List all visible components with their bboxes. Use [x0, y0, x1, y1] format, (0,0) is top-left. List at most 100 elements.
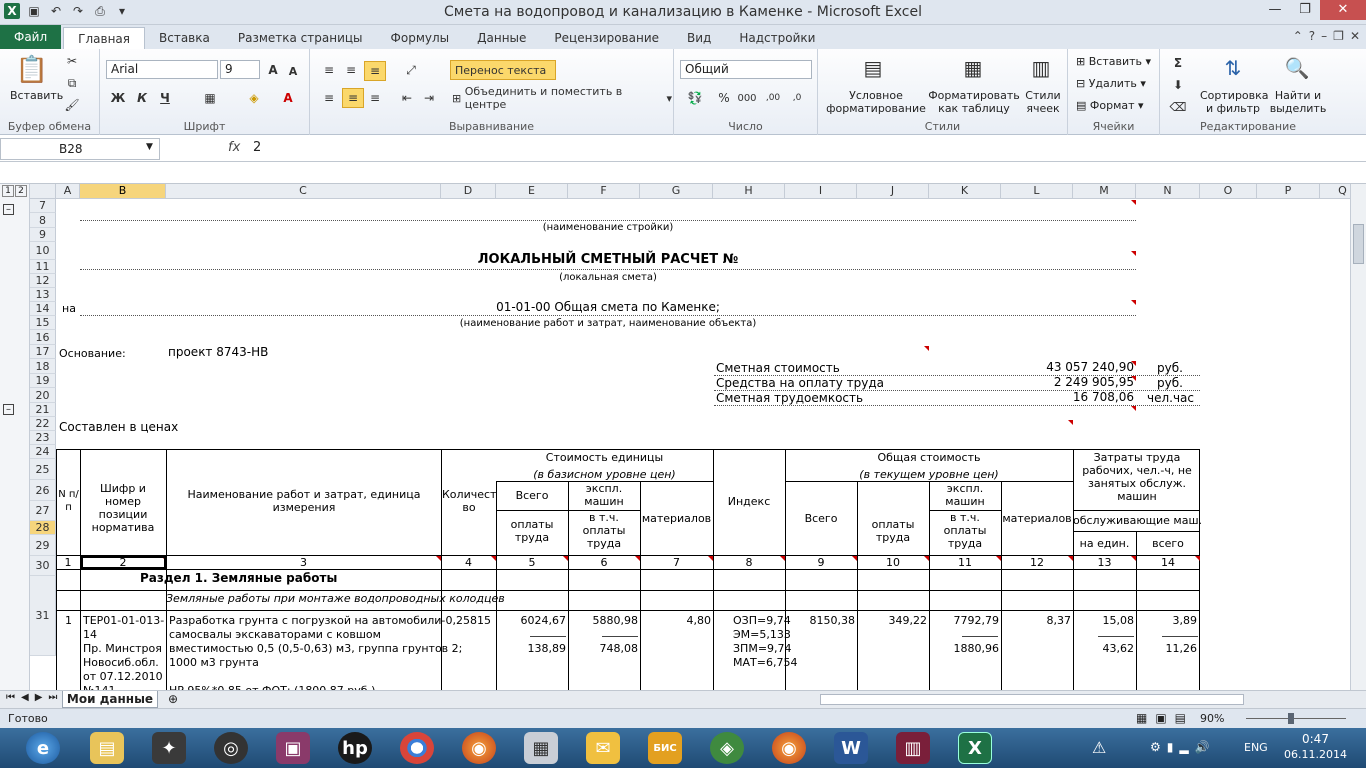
sort-filter-label[interactable]: Сортировка [1200, 89, 1269, 102]
grow-font-icon[interactable]: A [264, 61, 282, 79]
help-icon[interactable]: ? [1309, 29, 1315, 43]
chrome-icon[interactable] [400, 732, 434, 764]
winrar-icon[interactable]: ▥ [896, 732, 930, 764]
cut-icon[interactable]: ✂ [64, 53, 80, 69]
sort-filter-icon[interactable]: ⇅ [1218, 53, 1248, 83]
format-as-table-icon[interactable]: ▦ [958, 53, 988, 83]
outline-level-1[interactable]: 1 [2, 185, 14, 197]
firefox-icon[interactable]: ◉ [462, 732, 496, 764]
close-icon[interactable]: ✕ [1320, 0, 1366, 20]
row-header-25[interactable]: 25 [30, 459, 56, 480]
bis-icon[interactable]: БИС [648, 732, 682, 764]
zoom-level[interactable]: 90% [1200, 712, 1224, 725]
thousands-icon[interactable]: 000 [736, 89, 758, 107]
row-header-10[interactable]: 10 [30, 242, 56, 260]
tab-review[interactable]: Рецензирование [540, 27, 673, 49]
app-icon-2[interactable]: ◎ [214, 732, 248, 764]
column-header-F[interactable]: F [568, 184, 640, 199]
tab-insert[interactable]: Вставка [145, 27, 224, 49]
mail-icon[interactable]: ✉ [586, 732, 620, 764]
row-header-27[interactable]: 27 [30, 501, 56, 521]
column-header-N[interactable]: N [1136, 184, 1200, 199]
wrap-text-button[interactable]: Перенос текста [450, 60, 556, 80]
column-header-I[interactable]: I [785, 184, 857, 199]
paste-icon[interactable]: 📋 [14, 53, 50, 87]
autosum-icon[interactable]: Σ [1168, 55, 1188, 71]
tray-time[interactable]: 0:47 [1302, 732, 1329, 746]
tray-language[interactable]: ENG [1244, 741, 1268, 754]
row-header-14[interactable]: 14 [30, 302, 56, 316]
row-header-17[interactable]: 17 [30, 345, 56, 359]
app-icon-1[interactable]: ✦ [152, 732, 186, 764]
minimize-icon[interactable]: — [1260, 0, 1290, 20]
row-header-22[interactable]: 22 [30, 417, 56, 431]
new-sheet-icon[interactable]: ⊕ [168, 692, 178, 706]
align-top-icon[interactable]: ≡ [320, 61, 338, 79]
cell-styles-icon[interactable]: ▥ [1026, 53, 1056, 83]
copy-icon[interactable]: ⧉ [64, 75, 80, 91]
tray-notification-icon[interactable]: ⚠ [1092, 738, 1106, 757]
row-header-15[interactable]: 15 [30, 316, 56, 330]
restore-icon[interactable]: ❐ [1290, 0, 1320, 20]
column-header-M[interactable]: M [1073, 184, 1136, 199]
row-header-23[interactable]: 23 [30, 431, 56, 445]
name-box[interactable]: B28 [0, 138, 160, 160]
ribbon-collapse-icon[interactable]: ⌃ [1293, 29, 1303, 43]
ie-icon[interactable]: e [26, 732, 60, 764]
outline-collapse-icon[interactable]: – [3, 204, 14, 215]
app-icon-3[interactable]: ▣ [276, 732, 310, 764]
tray-icons[interactable]: ⚙▮▂🔊 [1150, 740, 1216, 754]
row-header-13[interactable]: 13 [30, 288, 56, 302]
column-header-C[interactable]: C [166, 184, 441, 199]
row-header-12[interactable]: 12 [30, 274, 56, 288]
increase-decimal-icon[interactable]: ,00 [762, 89, 784, 107]
tab-view[interactable]: Вид [673, 27, 725, 49]
calculator-icon[interactable]: ▦ [524, 732, 558, 764]
vertical-scroll-thumb[interactable] [1353, 224, 1364, 264]
column-header-H[interactable]: H [713, 184, 785, 199]
format-painter-icon[interactable]: 🖌 [64, 97, 80, 113]
row-header-8[interactable]: 8 [30, 213, 56, 228]
fill-icon[interactable]: ⬇ [1168, 77, 1188, 93]
hp-icon[interactable]: hp [338, 732, 372, 764]
column-header-K[interactable]: K [929, 184, 1001, 199]
find-select-icon[interactable]: 🔍 [1282, 53, 1312, 83]
row-header-20[interactable]: 20 [30, 388, 56, 403]
row-header-9[interactable]: 9 [30, 228, 56, 242]
clear-icon[interactable]: ⌫ [1168, 99, 1188, 115]
row-header-24[interactable]: 24 [30, 445, 56, 459]
row-header-30[interactable]: 30 [30, 556, 56, 576]
insert-cells-button[interactable]: ⊞ Вставить ▾ [1076, 55, 1151, 68]
fill-color-icon[interactable]: ◈ [242, 89, 266, 107]
tray-date[interactable]: 06.11.2014 [1284, 748, 1347, 761]
format-table-label-2[interactable]: как таблицу [926, 102, 1022, 115]
cond-format-label[interactable]: Условное [826, 89, 926, 102]
row-header-19[interactable]: 19 [30, 374, 56, 388]
align-bottom-icon[interactable]: ≡ [364, 61, 386, 81]
cell-styles-label[interactable]: Стили [1022, 89, 1064, 102]
column-header-A[interactable]: A [56, 184, 80, 199]
align-right-icon[interactable]: ≡ [366, 89, 384, 107]
column-header-G[interactable]: G [640, 184, 713, 199]
row-header-31[interactable]: 31 [30, 576, 56, 656]
row-header-21[interactable]: 21 [30, 403, 56, 417]
font-color-icon[interactable]: A [276, 89, 300, 107]
bold-icon[interactable]: Ж [110, 89, 126, 107]
column-header-B[interactable]: B [80, 184, 166, 199]
increase-indent-icon[interactable]: ⇥ [420, 89, 438, 107]
active-cell-b28[interactable] [81, 556, 166, 569]
doc-close-icon[interactable]: ✕ [1350, 29, 1360, 43]
column-header-O[interactable]: O [1200, 184, 1257, 199]
number-format-select[interactable]: Общий [680, 60, 812, 79]
row-header-16[interactable]: 16 [30, 330, 56, 345]
view-mode-icons[interactable]: ▦▣▤ [1136, 711, 1194, 725]
borders-icon[interactable]: ▦ [198, 89, 222, 107]
column-header-D[interactable]: D [441, 184, 496, 199]
row-header-28[interactable]: 28 [30, 521, 56, 535]
formula-input[interactable]: 2 [253, 140, 261, 155]
percent-icon[interactable]: % [716, 89, 732, 107]
tab-formulas[interactable]: Формулы [377, 27, 464, 49]
italic-icon[interactable]: К [134, 89, 150, 107]
tab-file[interactable]: Файл [0, 25, 62, 49]
paste-button[interactable]: Вставить [10, 89, 63, 102]
